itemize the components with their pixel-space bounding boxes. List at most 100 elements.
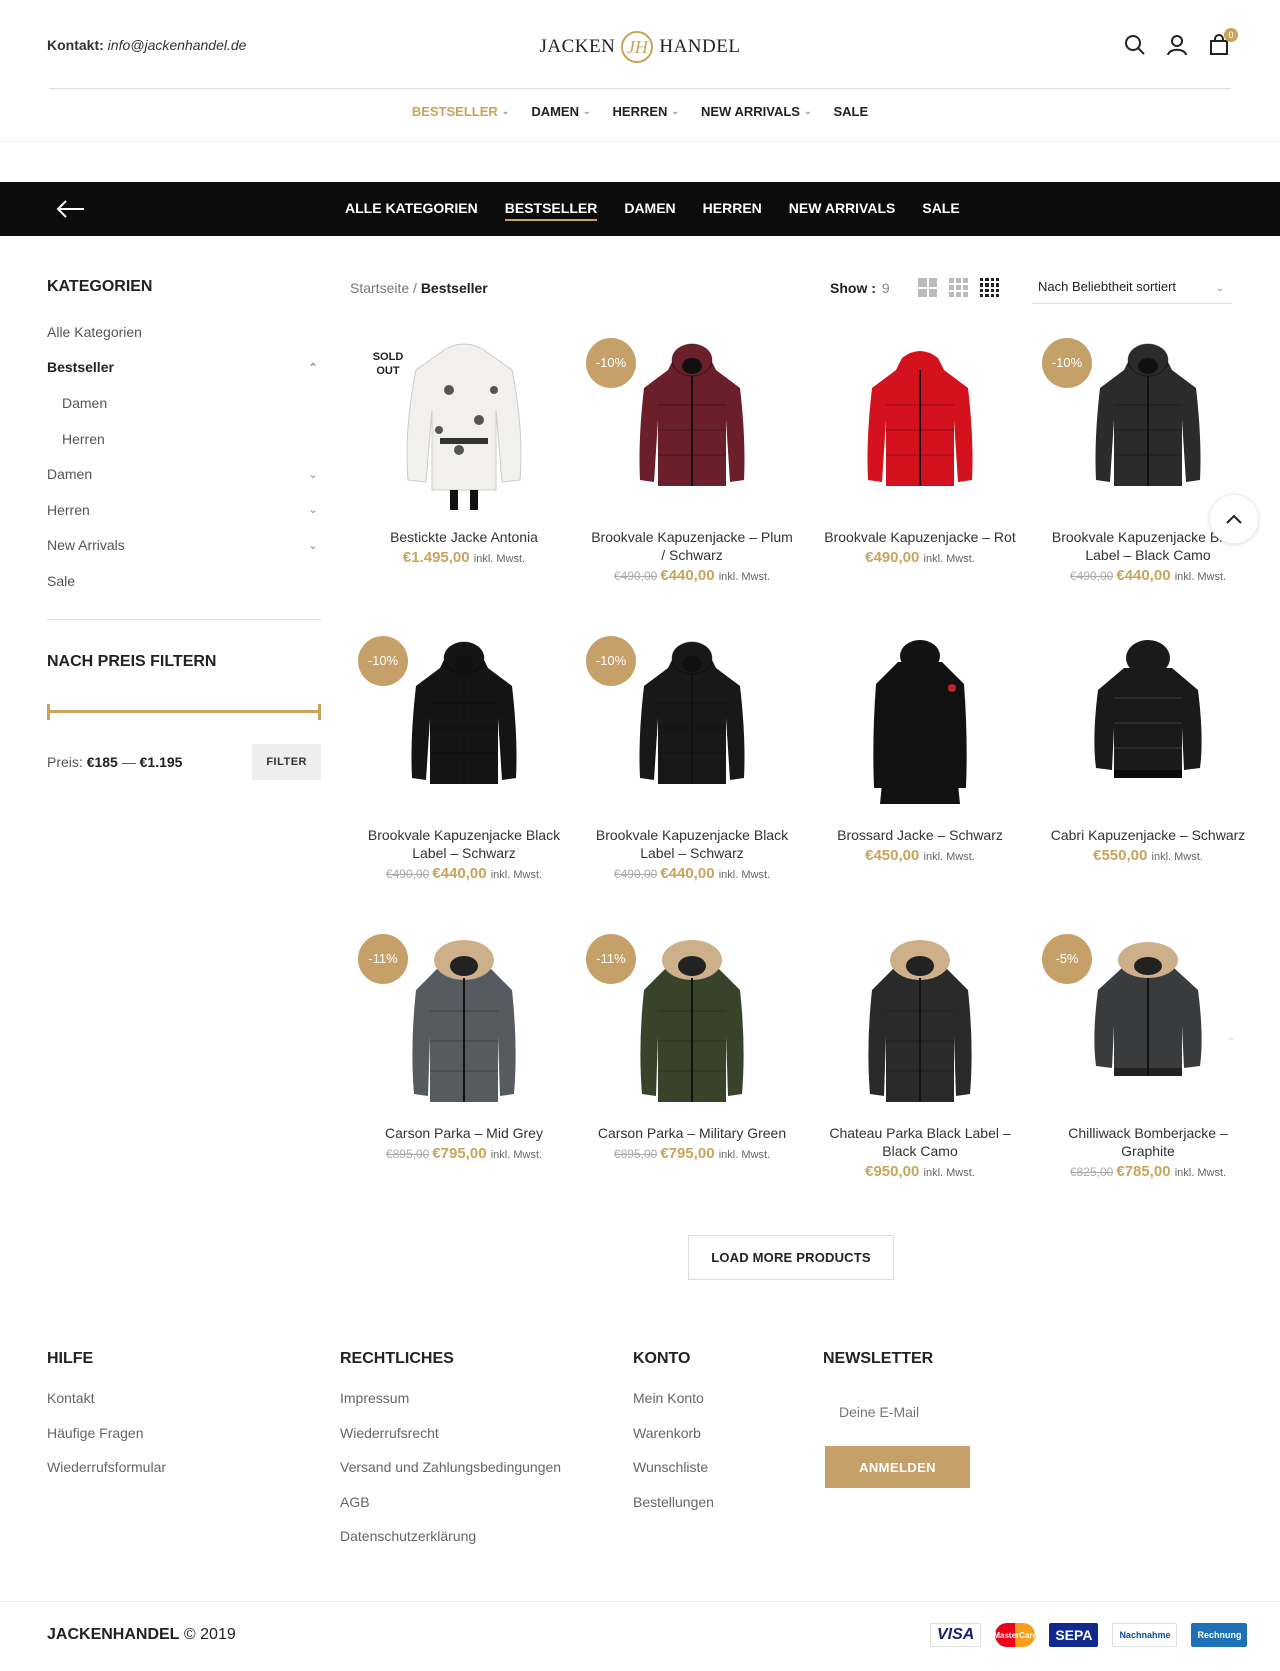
contact-email-link[interactable]: info@jackenhandel.de bbox=[108, 37, 247, 53]
category-tab-new-arrivals[interactable]: NEW ARRIVALS bbox=[789, 200, 896, 221]
product-card[interactable]: Brossard Jacke – Schwarz €450,00 inkl. Mw… bbox=[806, 628, 1034, 926]
search-icon[interactable] bbox=[1124, 34, 1146, 56]
grid-3-icon[interactable] bbox=[949, 278, 968, 297]
category-tab-damen[interactable]: DAMEN bbox=[624, 200, 675, 221]
product-image[interactable] bbox=[612, 330, 772, 510]
sidebar-category-bestseller[interactable]: Bestseller ⌃ bbox=[47, 350, 321, 386]
price-row: Preis: €185 — €1.195 FILTER bbox=[47, 743, 321, 780]
product-card[interactable]: -11% Carson Parka – Mid Grey €895,00 €795,0… bbox=[350, 926, 578, 1224]
product-title-link[interactable]: Bestickte Jacke Antonia bbox=[362, 528, 566, 546]
product-image[interactable] bbox=[840, 330, 1000, 510]
filter-button[interactable]: FILTER bbox=[252, 743, 321, 780]
product-title-link[interactable]: Brookvale Kapuzenjacke – Rot bbox=[818, 528, 1022, 546]
chevron-up-icon[interactable]: ⌃ bbox=[305, 361, 321, 374]
category-tab-alle-kategorien[interactable]: ALLE KATEGORIEN bbox=[345, 200, 478, 221]
product-card[interactable]: -10% Brookvale Kapuzenjacke Black Label –… bbox=[578, 628, 806, 926]
discount-badge: -11% bbox=[358, 934, 408, 984]
footer-link[interactable]: Warenkorb bbox=[633, 1425, 714, 1460]
product-title-link[interactable]: Carson Parka – Mid Grey bbox=[362, 1124, 566, 1142]
nav-item-herren[interactable]: HERREN ⌄ bbox=[613, 104, 679, 119]
footer-link[interactable]: Bestellungen bbox=[633, 1494, 714, 1529]
product-card[interactable]: -10% Brookvale Kapuzenjacke Black Label –… bbox=[1034, 330, 1262, 628]
product-title-link[interactable]: Brookvale Kapuzenjacke Black Label – Sch… bbox=[362, 826, 566, 862]
price-slider-max-handle[interactable] bbox=[318, 703, 321, 720]
product-title-link[interactable]: Brookvale Kapuzenjacke – Plum / Schwarz bbox=[590, 528, 794, 564]
product-image[interactable] bbox=[1068, 330, 1228, 510]
footer-link[interactable]: Wiederrufsrecht bbox=[340, 1425, 561, 1460]
sidebar-category-alle-kategorien[interactable]: Alle Kategorien bbox=[47, 314, 321, 350]
product-card[interactable]: -11% Carson Parka – Military Green €895,00… bbox=[578, 926, 806, 1224]
grid-2-icon[interactable] bbox=[918, 278, 937, 297]
site-logo[interactable]: JACKEN JH HANDEL bbox=[538, 28, 742, 66]
sidebar-category-sale[interactable]: Sale bbox=[47, 563, 321, 599]
product-info: Chateau Parka Black Label – Black Camo €9… bbox=[818, 1124, 1022, 1185]
product-title-link[interactable]: Carson Parka – Military Green bbox=[590, 1124, 794, 1142]
footer-link[interactable]: Versand und Zahlungsbedingungen bbox=[340, 1459, 561, 1494]
product-image[interactable] bbox=[1068, 628, 1228, 808]
product-title-link[interactable]: Brookvale Kapuzenjacke Black Label – Sch… bbox=[590, 826, 794, 862]
chevron-down-icon[interactable]: ⌄ bbox=[305, 503, 321, 516]
sidebar-category-damen[interactable]: Damen bbox=[47, 385, 321, 421]
product-card[interactable]: -5% Chilliwack Bomberjacke – Graphite €825… bbox=[1034, 926, 1262, 1224]
footer-link[interactable]: Wiederrufsformular bbox=[47, 1459, 166, 1494]
product-card[interactable]: Cabri Kapuzenjacke – Schwarz €550,00 inkl… bbox=[1034, 628, 1262, 926]
product-image[interactable] bbox=[384, 628, 544, 808]
per-page-control: Show : 9 bbox=[830, 280, 890, 296]
footer-link[interactable]: Mein Konto bbox=[633, 1390, 714, 1425]
footer-link[interactable]: Impressum bbox=[340, 1390, 561, 1425]
product-card[interactable]: Chateau Parka Black Label – Black Camo €9… bbox=[806, 926, 1034, 1224]
tax-note: inkl. Mwst. bbox=[718, 869, 771, 881]
price-slider[interactable] bbox=[47, 703, 321, 720]
sidebar-category-new-arrivals[interactable]: New Arrivals ⌄ bbox=[47, 528, 321, 564]
user-icon[interactable] bbox=[1166, 34, 1188, 56]
nav-item-sale[interactable]: SALE bbox=[834, 104, 869, 119]
sidebar-category-damen[interactable]: Damen ⌄ bbox=[47, 456, 321, 492]
product-title-link[interactable]: Chilliwack Bomberjacke – Graphite bbox=[1046, 1124, 1250, 1160]
product-image[interactable] bbox=[384, 330, 544, 510]
footer-link[interactable]: Kontakt bbox=[47, 1390, 166, 1425]
current-price: €440,00 bbox=[1116, 567, 1171, 584]
chevron-down-icon[interactable]: ⌄ bbox=[305, 539, 321, 552]
product-card[interactable]: -10% Brookvale Kapuzenjacke Black Label –… bbox=[350, 628, 578, 926]
product-card[interactable]: -10% Brookvale Kapuzenjacke – Plum / Schw… bbox=[578, 330, 806, 628]
newsletter-email-input[interactable] bbox=[823, 1392, 1123, 1432]
product-image[interactable] bbox=[612, 628, 772, 808]
footer-link[interactable]: Datenschutzerklärung bbox=[340, 1528, 561, 1563]
nav-item-new-arrivals[interactable]: NEW ARRIVALS ⌄ bbox=[701, 104, 812, 119]
category-tab-herren[interactable]: HERREN bbox=[703, 200, 762, 221]
sidebar-category-herren[interactable]: Herren bbox=[47, 421, 321, 457]
nav-item-damen[interactable]: DAMEN ⌄ bbox=[531, 104, 590, 119]
product-image[interactable] bbox=[612, 926, 772, 1106]
grid-4-icon[interactable] bbox=[980, 278, 999, 297]
product-title-link[interactable]: Chateau Parka Black Label – Black Camo bbox=[818, 1124, 1022, 1160]
product-image[interactable] bbox=[1068, 926, 1228, 1106]
sidebar-category-herren[interactable]: Herren ⌄ bbox=[47, 492, 321, 528]
nav-item-bestseller[interactable]: BESTSELLER ⌄ bbox=[412, 104, 510, 119]
product-title-link[interactable]: Cabri Kapuzenjacke – Schwarz bbox=[1046, 826, 1250, 844]
price-slider-min-handle[interactable] bbox=[47, 703, 50, 720]
product-title-link[interactable]: Brossard Jacke – Schwarz bbox=[818, 826, 1022, 844]
footer-link[interactable]: Wunschliste bbox=[633, 1459, 714, 1494]
product-card[interactable]: SOLD OUT Bestickte Jacke Antonia €1.495,00… bbox=[350, 330, 578, 628]
footer-link[interactable]: Häufige Fragen bbox=[47, 1425, 166, 1460]
product-image[interactable] bbox=[840, 926, 1000, 1106]
product-image[interactable] bbox=[840, 628, 1000, 808]
product-card[interactable]: Brookvale Kapuzenjacke – Rot €490,00 inkl… bbox=[806, 330, 1034, 628]
load-more-button[interactable]: LOAD MORE PRODUCTS bbox=[688, 1235, 894, 1280]
breadcrumb-home-link[interactable]: Startseite bbox=[350, 280, 409, 296]
shopping-bag-icon[interactable]: 0 bbox=[1208, 28, 1238, 56]
scroll-to-top-button[interactable] bbox=[1209, 494, 1259, 544]
current-price: €440,00 bbox=[660, 567, 715, 584]
footer-link[interactable]: AGB bbox=[340, 1494, 561, 1529]
category-tab-bestseller[interactable]: BESTSELLER bbox=[504, 200, 598, 221]
product-image[interactable] bbox=[384, 926, 544, 1106]
newsletter-subscribe-button[interactable]: ANMELDEN bbox=[825, 1446, 970, 1488]
sort-select[interactable]: Nach Beliebtheit sortiert ⌄ bbox=[1032, 276, 1232, 304]
back-arrow-icon[interactable] bbox=[56, 200, 86, 218]
sidebar: KATEGORIEN Alle Kategorien Bestseller ⌃ Dam… bbox=[47, 278, 321, 780]
chevron-down-icon[interactable]: ⌄ bbox=[305, 468, 321, 481]
discount-badge: -10% bbox=[358, 636, 408, 686]
category-bar-nav: ALLE KATEGORIEN BESTSELLER DAMEN HERREN NEW … bbox=[345, 200, 960, 221]
category-tab-sale[interactable]: SALE bbox=[922, 200, 959, 221]
show-option-9[interactable]: 9 bbox=[882, 280, 890, 296]
